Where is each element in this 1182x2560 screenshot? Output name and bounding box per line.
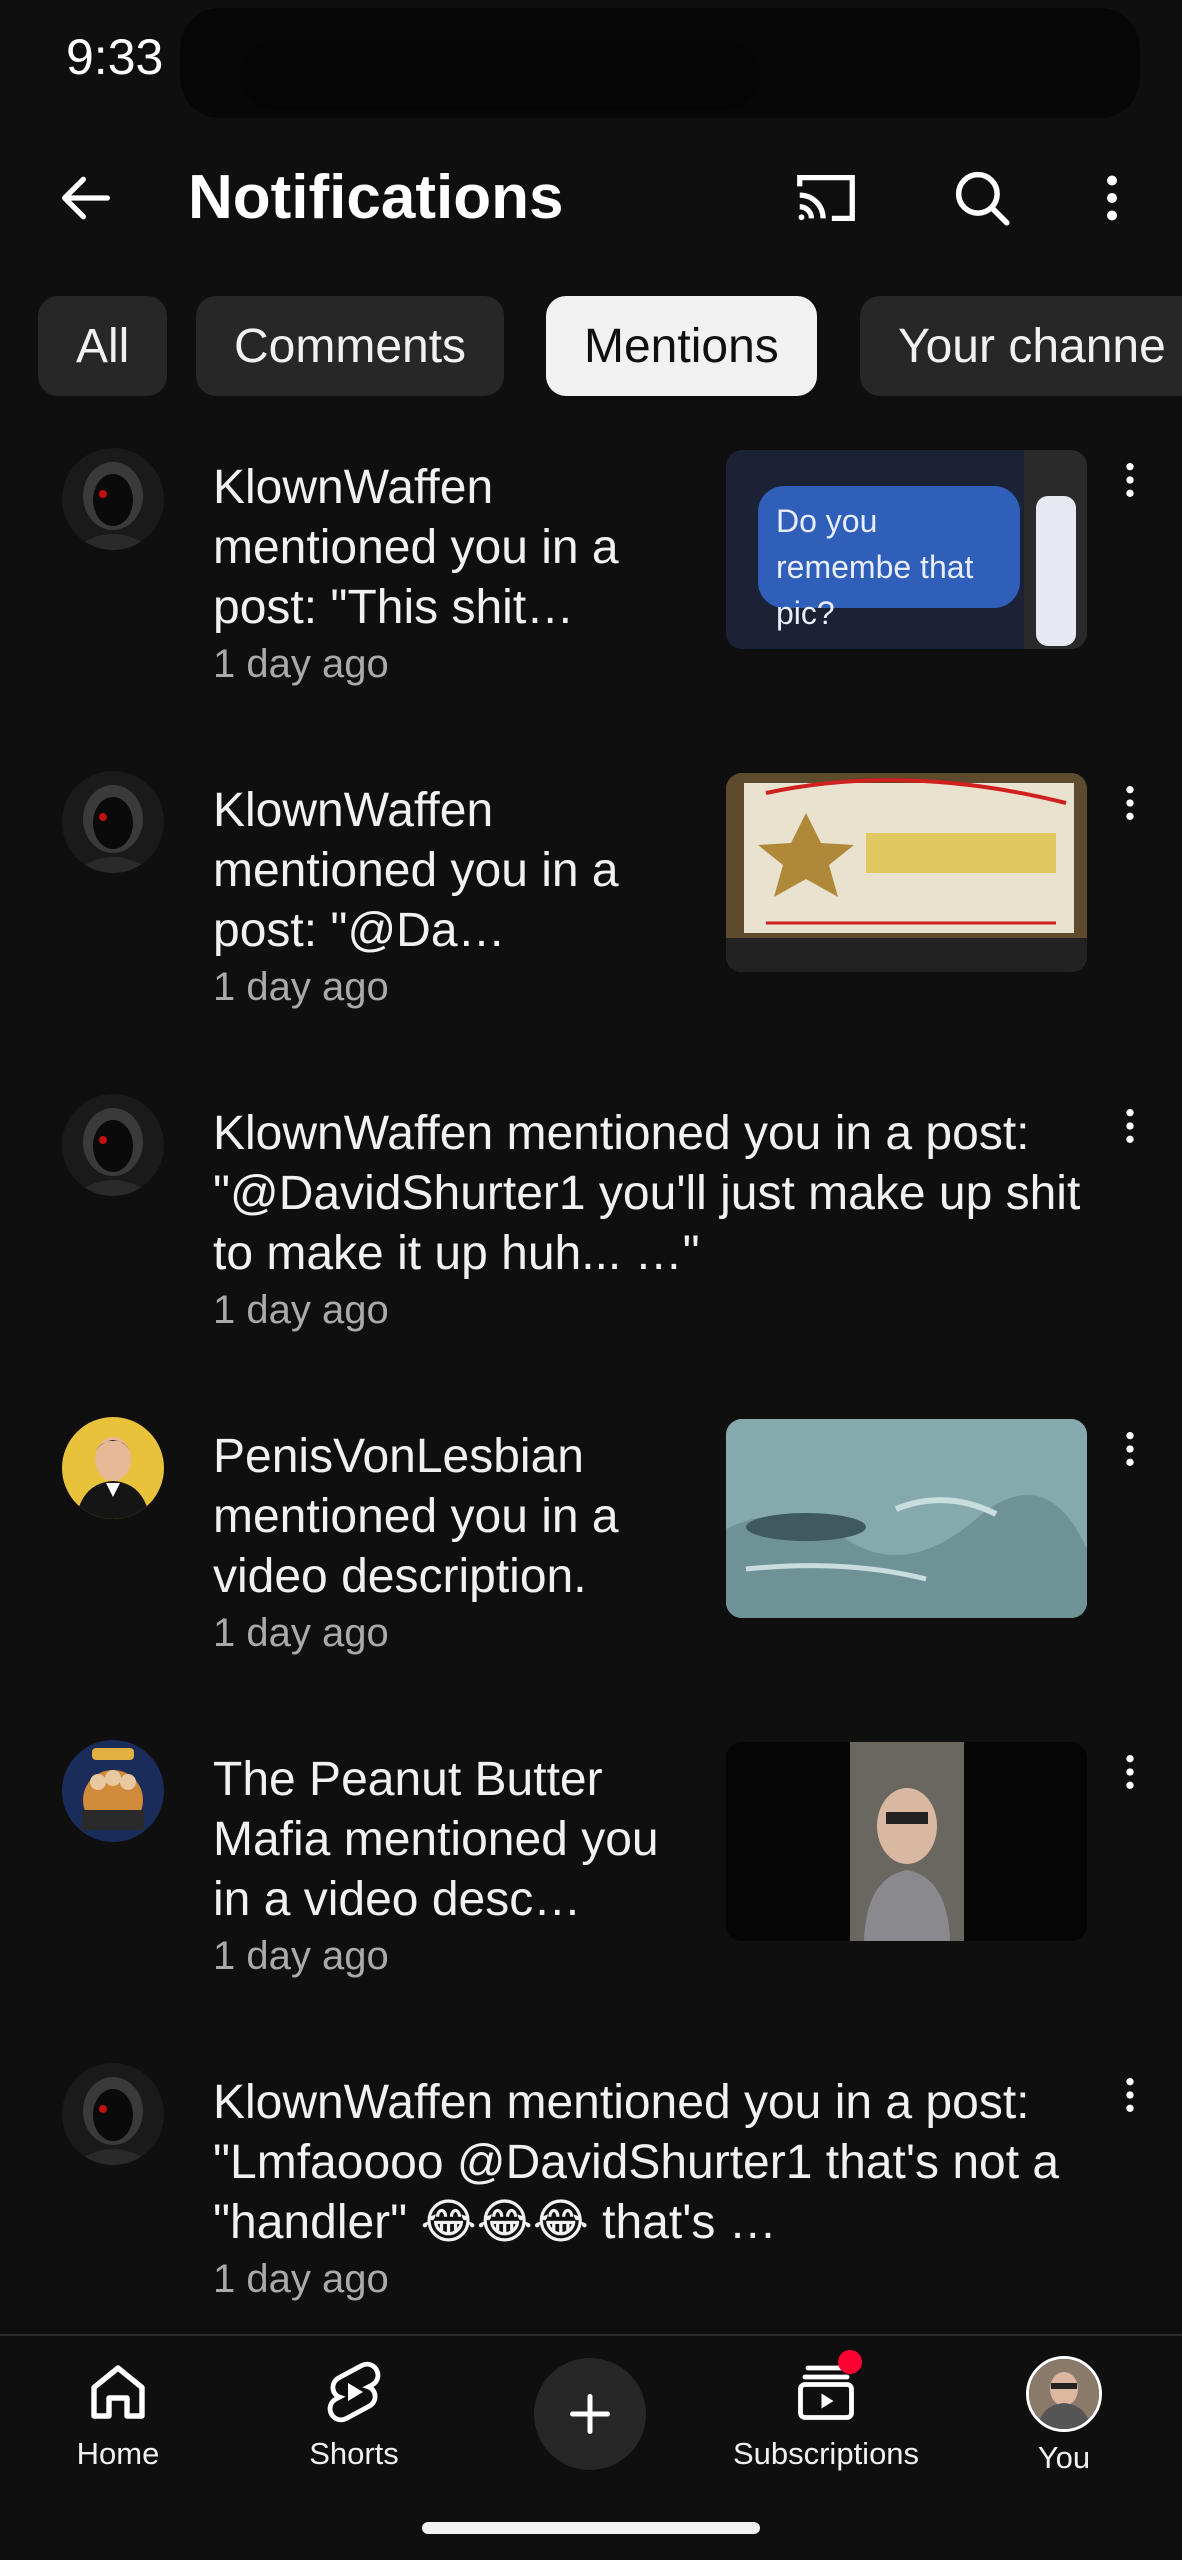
item-more-button[interactable]: [1110, 773, 1150, 833]
notification-text: KlownWaffen mentioned you in a post: "Lm…: [213, 2076, 1060, 2249]
item-more-button[interactable]: [1110, 1419, 1150, 1479]
avatar: [62, 1094, 164, 1196]
notification-time: 1 day ago: [213, 642, 389, 686]
avatar: [62, 1417, 164, 1519]
thumbnail-text: Do you remembe that pic?: [776, 503, 974, 631]
notification-time: 1 day ago: [213, 1288, 389, 1332]
item-more-button[interactable]: [1110, 450, 1150, 510]
notification-text: The Peanut Butter Mafia mentioned you in…: [213, 1753, 659, 1926]
more-vert-icon: [1107, 175, 1117, 221]
notification-time: 1 day ago: [213, 1934, 389, 1978]
nav-you[interactable]: You: [944, 2356, 1182, 2476]
notification-time: 1 day ago: [213, 1611, 389, 1655]
status-time: 9:33: [66, 29, 164, 85]
item-more-button[interactable]: [1110, 1742, 1150, 1802]
more-vert-icon: [1126, 786, 1134, 820]
header: Notifications: [0, 118, 1182, 273]
nav-shorts[interactable]: Shorts: [234, 2356, 474, 2472]
more-vert-icon: [1126, 463, 1134, 497]
item-more-button[interactable]: [1110, 2065, 1150, 2125]
more-vert-icon: [1126, 1432, 1134, 1466]
status-bar: 9:33: [0, 0, 1182, 118]
more-vert-icon: [1126, 1755, 1134, 1789]
avatar: [62, 1740, 164, 1842]
plus-icon: [570, 2394, 610, 2434]
back-arrow-icon: [62, 176, 110, 220]
notification-item[interactable]: PenisVonLesbian mentioned you in a video…: [0, 1389, 1182, 1712]
notification-list: KlownWaffen mentioned you in a post: "Th…: [0, 420, 1182, 2335]
tab-comments[interactable]: Comments: [196, 296, 505, 396]
notification-time: 1 day ago: [213, 965, 389, 1009]
notification-item[interactable]: KlownWaffen mentioned you in a post: "@D…: [0, 743, 1182, 1066]
shorts-icon: [327, 2361, 381, 2423]
item-more-button[interactable]: [1110, 1096, 1150, 1156]
nav-you-label: You: [1037, 2440, 1091, 2475]
cast-icon: [797, 174, 855, 222]
notification-item[interactable]: KlownWaffen mentioned you in a post: "Th…: [0, 420, 1182, 743]
avatar: [62, 448, 164, 550]
avatar: [1026, 2356, 1102, 2432]
page-title: Notifications: [188, 163, 564, 232]
create-button[interactable]: [534, 2358, 646, 2470]
notification-time: 1 day ago: [213, 2257, 389, 2301]
cast-button[interactable]: [786, 158, 866, 238]
home-icon: [91, 2365, 145, 2419]
home-indicator[interactable]: [422, 2522, 760, 2534]
notification-dot: [838, 2350, 862, 2374]
back-button[interactable]: [46, 158, 126, 238]
notification-thumbnail[interactable]: [726, 773, 1087, 972]
nav-home-label: Home: [76, 2436, 160, 2471]
tab-all[interactable]: All: [38, 296, 168, 396]
notification-item[interactable]: KlownWaffen mentioned you in a post: "Lm…: [0, 2035, 1182, 2335]
avatar: [62, 771, 164, 873]
tab-your-channel[interactable]: Your channe: [860, 296, 1182, 396]
notification-thumbnail[interactable]: [726, 1742, 1087, 1941]
notification-text: KlownWaffen mentioned you in a post: "@D…: [213, 784, 619, 957]
notification-thumbnail[interactable]: [726, 1419, 1087, 1618]
search-icon: [955, 171, 1010, 226]
more-vert-icon: [1126, 2078, 1134, 2112]
notification-thumbnail[interactable]: Do you remembe that pic?: [726, 450, 1087, 649]
more-vert-icon: [1126, 1109, 1134, 1143]
notification-text: PenisVonLesbian mentioned you in a video…: [213, 1430, 619, 1603]
notification-text: KlownWaffen mentioned you in a post: "@D…: [213, 1107, 1081, 1280]
nav-subscriptions-label: Subscriptions: [732, 2436, 920, 2471]
more-options-button[interactable]: [1072, 158, 1152, 238]
notification-text: KlownWaffen mentioned you in a post: "Th…: [213, 461, 619, 634]
nav-subscriptions[interactable]: Subscriptions: [706, 2350, 946, 2472]
nav-home[interactable]: Home: [0, 2356, 238, 2472]
redacted-area: [240, 40, 760, 110]
search-button[interactable]: [942, 158, 1022, 238]
nav-shorts-label: Shorts: [309, 2436, 399, 2471]
avatar: [62, 2063, 164, 2165]
filter-tabs: All Comments Mentions Your channe: [0, 296, 1182, 396]
tab-mentions[interactable]: Mentions: [546, 296, 817, 396]
notification-item[interactable]: The Peanut Butter Mafia mentioned you in…: [0, 1712, 1182, 2035]
notification-item[interactable]: KlownWaffen mentioned you in a post: "@D…: [0, 1066, 1182, 1389]
